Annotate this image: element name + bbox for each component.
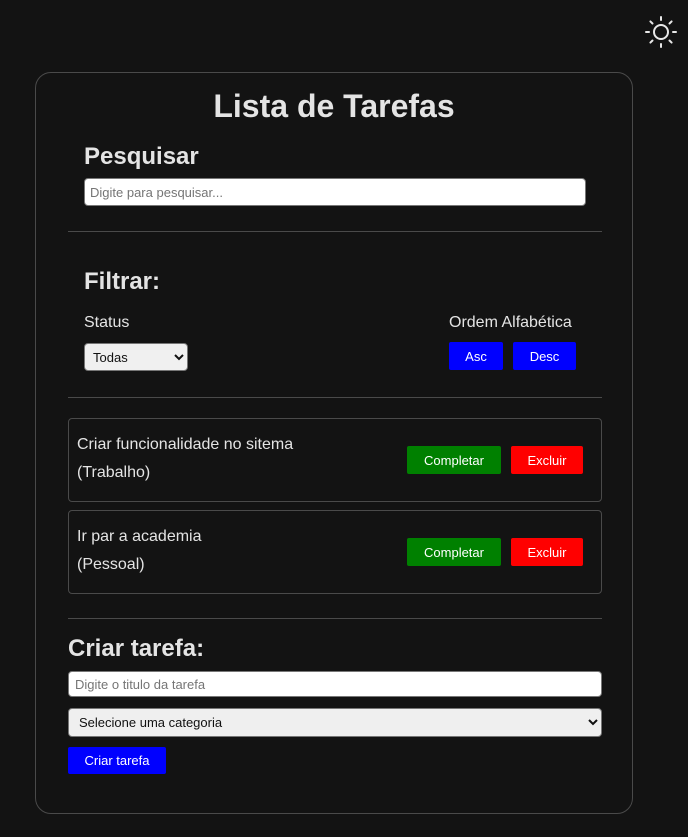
task-item: Ir par a academia (Pessoal) Completar Ex…	[68, 510, 602, 594]
complete-task-button[interactable]: Completar	[407, 446, 501, 474]
search-input[interactable]	[84, 178, 586, 206]
task-category: (Trabalho)	[77, 464, 151, 481]
status-select[interactable]: Todas	[84, 343, 188, 371]
task-title-input[interactable]	[68, 671, 602, 697]
sort-desc-button[interactable]: Desc	[513, 342, 576, 370]
search-heading: Pesquisar	[84, 143, 199, 170]
task-category: (Pessoal)	[77, 556, 145, 573]
divider	[68, 397, 602, 398]
category-select[interactable]: Selecione uma categoria	[68, 708, 602, 737]
sort-asc-button[interactable]: Asc	[449, 342, 503, 370]
create-task-heading: Criar tarefa:	[68, 635, 205, 662]
create-task-button[interactable]: Criar tarefa	[68, 747, 166, 774]
page-title: Lista de Tarefas	[213, 88, 455, 124]
divider	[68, 618, 602, 619]
task-title: Criar funcionalidade no sitema	[77, 436, 294, 453]
todo-app-container: Lista de Tarefas Pesquisar Filtrar: Stat…	[35, 72, 633, 814]
complete-task-button[interactable]: Completar	[407, 538, 501, 566]
sun-icon[interactable]	[644, 15, 678, 49]
delete-task-button[interactable]: Excluir	[511, 446, 583, 474]
task-title: Ir par a academia	[77, 528, 202, 545]
delete-task-button[interactable]: Excluir	[511, 538, 583, 566]
status-label: Status	[84, 314, 130, 331]
task-item: Criar funcionalidade no sitema (Trabalho…	[68, 418, 602, 502]
divider	[68, 231, 602, 232]
filter-heading: Filtrar:	[84, 268, 161, 295]
order-label: Ordem Alfabética	[449, 314, 572, 331]
